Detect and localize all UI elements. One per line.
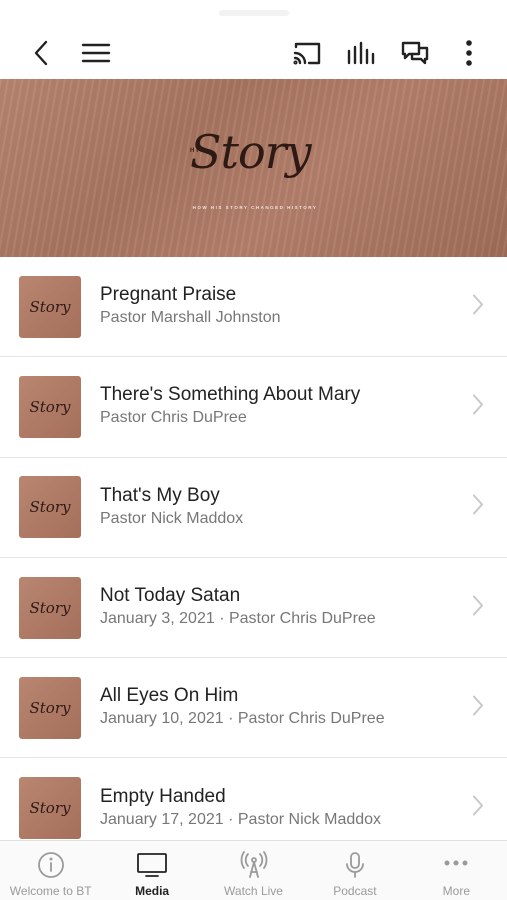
- item-title: Not Today Satan: [100, 585, 241, 607]
- chevron-right-icon: [471, 693, 485, 722]
- list-item[interactable]: Story That's My Boy Pastor Nick Maddox: [0, 458, 507, 558]
- list-item[interactable]: Story There's Something About Mary Pasto…: [0, 357, 507, 458]
- chat-icon: [401, 41, 429, 64]
- thumbnail-text: Story: [29, 698, 71, 717]
- item-subtitle: Pastor Nick Maddox: [100, 509, 244, 527]
- back-icon: [34, 40, 48, 65]
- tab-label: Podcast: [333, 884, 377, 898]
- status-indicator: [218, 10, 289, 16]
- audio-button[interactable]: [345, 37, 377, 69]
- sermon-thumbnail: Story: [19, 576, 81, 639]
- sermon-thumbnail: Story: [19, 375, 81, 438]
- banner-story-text: Story: [190, 125, 312, 179]
- series-banner: HIS Story HOW HIS STORY CHANGED HISTORY: [0, 79, 507, 257]
- banner-tagline: HOW HIS STORY CHANGED HISTORY: [192, 205, 318, 210]
- bottom-tab-bar: Welcome to BT Media Watch Live Podcast M…: [0, 840, 507, 900]
- list-item[interactable]: Story Not Today Satan January 3, 2021 · …: [0, 558, 507, 659]
- menu-button[interactable]: [80, 37, 112, 69]
- thumbnail-text: Story: [29, 498, 71, 517]
- chevron-right-icon: [471, 794, 485, 823]
- item-subtitle: Pastor Marshall Johnston: [100, 309, 281, 327]
- info-icon: [37, 852, 64, 878]
- tab-label: Welcome to BT: [9, 884, 92, 898]
- sermon-list: Story Pregnant Praise Pastor Marshall Jo…: [0, 257, 507, 840]
- tab-label: Watch Live: [224, 884, 283, 898]
- sermon-thumbnail: Story: [19, 476, 81, 539]
- item-title: There's Something About Mary: [100, 384, 361, 406]
- item-title: All Eyes On Him: [100, 685, 239, 707]
- chevron-right-icon: [471, 292, 485, 321]
- sermon-thumbnail: Story: [19, 275, 81, 338]
- tab-welcome[interactable]: Welcome to BT: [0, 841, 101, 900]
- thumbnail-text: Story: [29, 397, 71, 416]
- item-subtitle: Pastor Chris DuPree: [100, 409, 247, 427]
- cast-button[interactable]: [291, 37, 323, 69]
- item-subtitle: January 10, 2021 · Pastor Chris DuPree: [100, 710, 385, 728]
- item-title: Empty Handed: [100, 785, 226, 807]
- thumbnail-text: Story: [29, 598, 71, 617]
- chevron-right-icon: [471, 392, 485, 421]
- tab-more[interactable]: More: [406, 841, 507, 900]
- sermon-thumbnail: Story: [19, 777, 81, 840]
- broadcast-icon: [240, 851, 267, 878]
- item-title: That's My Boy: [100, 484, 220, 506]
- audio-bars-icon: [347, 41, 375, 64]
- tab-watch-live[interactable]: Watch Live: [203, 841, 304, 900]
- tab-media[interactable]: Media: [101, 841, 202, 900]
- thumbnail-text: Story: [29, 297, 71, 316]
- top-toolbar: [0, 26, 507, 79]
- microphone-icon: [346, 852, 364, 878]
- cast-icon: [293, 42, 321, 65]
- tab-label: More: [442, 884, 470, 898]
- list-item[interactable]: Story Empty Handed January 17, 2021 · Pa…: [0, 758, 507, 840]
- tab-podcast[interactable]: Podcast: [304, 841, 405, 900]
- tv-icon: [137, 853, 168, 877]
- list-item[interactable]: Story All Eyes On Him January 10, 2021 ·…: [0, 658, 507, 759]
- chevron-right-icon: [471, 593, 485, 622]
- more-options-button[interactable]: [453, 37, 485, 69]
- more-horizontal-icon: [444, 860, 468, 866]
- list-item[interactable]: Story Pregnant Praise Pastor Marshall Jo…: [0, 257, 507, 358]
- chat-button[interactable]: [399, 37, 431, 69]
- status-bar: [0, 0, 507, 26]
- tab-label: Media: [135, 884, 170, 898]
- sermon-thumbnail: Story: [19, 676, 81, 739]
- menu-icon: [81, 43, 111, 62]
- item-subtitle: January 17, 2021 · Pastor Nick Maddox: [100, 810, 382, 828]
- more-vertical-icon: [466, 39, 472, 66]
- item-title: Pregnant Praise: [100, 284, 237, 306]
- back-button[interactable]: [26, 37, 58, 69]
- thumbnail-text: Story: [29, 799, 71, 818]
- chevron-right-icon: [471, 493, 485, 522]
- series-logo: HIS Story HOW HIS STORY CHANGED HISTORY: [190, 125, 325, 210]
- item-subtitle: January 3, 2021 · Pastor Chris DuPree: [100, 610, 376, 628]
